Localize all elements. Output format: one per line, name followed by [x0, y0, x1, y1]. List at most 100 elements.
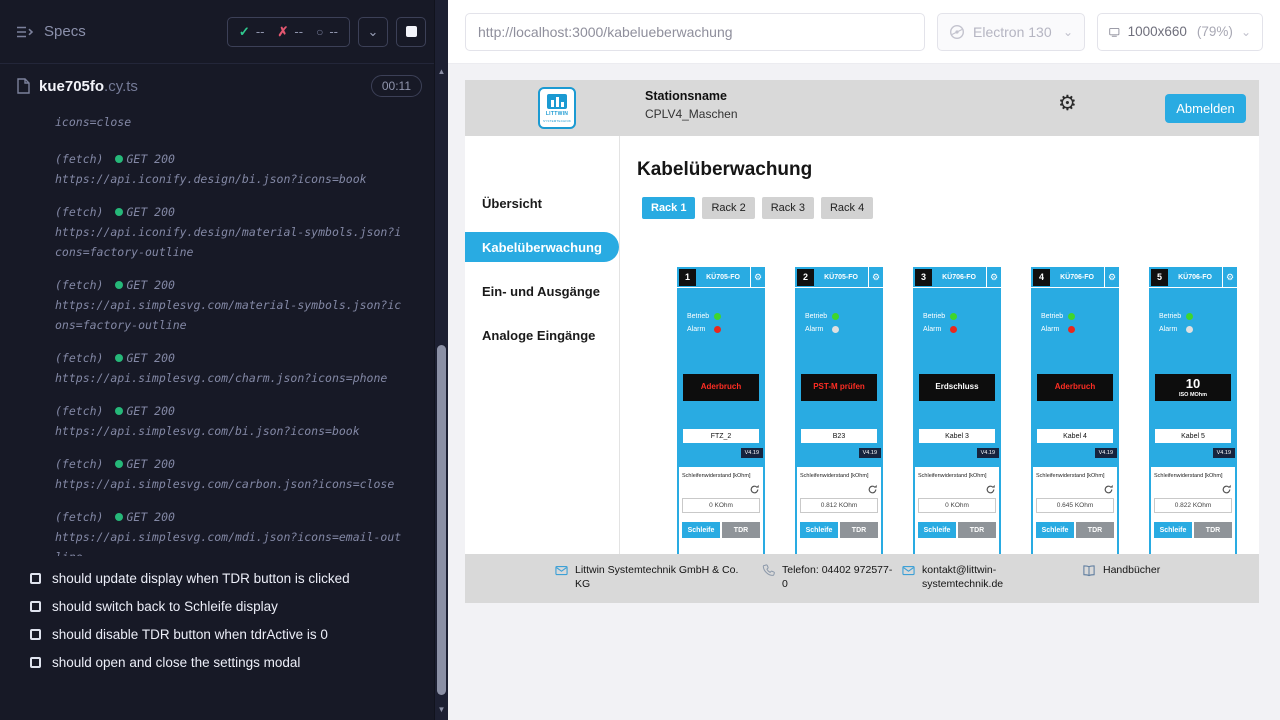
- card-number-badge: 5: [1151, 269, 1168, 286]
- betrieb-led: [832, 313, 839, 320]
- firmware-version: V4.19: [859, 448, 881, 458]
- tdr-button[interactable]: TDR: [722, 522, 760, 538]
- scroll-up-icon[interactable]: ▲: [435, 66, 448, 78]
- station-label: Stationsname: [645, 89, 738, 103]
- viewport-select[interactable]: 1000x660 (79%) ⌄: [1097, 13, 1263, 51]
- network-log-entry[interactable]: (fetch)GET 200 https://api.simplesvg.com…: [55, 348, 406, 388]
- email-icon: [555, 564, 568, 577]
- x-icon: ✗: [278, 24, 289, 40]
- network-log-entry[interactable]: (fetch)GET 200 https://api.iconify.desig…: [55, 149, 406, 189]
- tdr-button[interactable]: TDR: [840, 522, 878, 538]
- tab-rack-2[interactable]: Rack 2: [702, 197, 754, 219]
- betrieb-label: Betrieb: [1159, 313, 1186, 320]
- aut-preview-area: LITTWIN SYSTEMTECHNIK Stationsname CPLV4…: [448, 64, 1280, 720]
- network-log-entry[interactable]: (fetch)GET 200 https://api.simplesvg.com…: [55, 401, 406, 441]
- schleife-button[interactable]: Schleife: [918, 522, 956, 538]
- device-card-4: 4 KÜ706-FO ⚙ Betrieb Alarm Aderbruch: [1031, 267, 1119, 567]
- collapse-runs-button[interactable]: ⌄: [358, 17, 388, 47]
- network-log-entry[interactable]: (fetch)GET 200 https://api.iconify.desig…: [55, 202, 406, 262]
- command-log: icons=close (fetch)GET 200 https://api.i…: [0, 108, 434, 556]
- test-item[interactable]: should open and close the settings modal: [0, 648, 434, 676]
- stop-tests-button[interactable]: [396, 17, 426, 47]
- circle-icon: ○: [316, 25, 323, 39]
- network-log-entry[interactable]: (fetch)GET 200 https://api.simplesvg.com…: [55, 507, 406, 556]
- footer-email[interactable]: kontakt@littwin-systemtechnik.de: [902, 563, 1082, 591]
- sidebar-item-uebersicht[interactable]: Übersicht: [465, 188, 619, 218]
- tdr-button[interactable]: TDR: [1194, 522, 1232, 538]
- test-item[interactable]: should update display when TDR button is…: [0, 564, 434, 592]
- logout-button[interactable]: Abmelden: [1165, 94, 1246, 123]
- sidebar-item-ein-ausgaenge[interactable]: Ein- und Ausgänge: [465, 276, 619, 306]
- betrieb-led: [714, 313, 721, 320]
- email-icon: [902, 564, 915, 577]
- device-card-3: 3 KÜ706-FO ⚙ Betrieb Alarm Erdschluss: [913, 267, 1001, 567]
- collapse-sidebar-icon[interactable]: [16, 25, 34, 39]
- network-log-entry[interactable]: (fetch)GET 200 https://api.simplesvg.com…: [55, 275, 406, 335]
- refresh-icon[interactable]: [985, 484, 996, 495]
- stat-passed: ✓--: [239, 24, 265, 40]
- scroll-down-icon[interactable]: ▼: [435, 704, 448, 716]
- cable-name-field[interactable]: FTZ_2: [683, 429, 759, 443]
- tdr-button[interactable]: TDR: [1076, 522, 1114, 538]
- cable-name-field[interactable]: Kabel 4: [1037, 429, 1113, 443]
- success-dot-icon: [115, 155, 123, 163]
- card-number-badge: 3: [915, 269, 932, 286]
- success-dot-icon: [115, 513, 123, 521]
- alarm-led: [714, 326, 721, 333]
- success-dot-icon: [115, 460, 123, 468]
- sidebar-item-kabelueberwachung[interactable]: Kabelüberwachung: [465, 232, 619, 262]
- test-item[interactable]: should switch back to Schleife display: [0, 592, 434, 620]
- measurement-label: Schleifenwiderstand [kOhm]: [800, 473, 878, 479]
- scrollbar-thumb[interactable]: [437, 345, 446, 695]
- cable-name-field[interactable]: Kabel 3: [919, 429, 995, 443]
- spec-filename[interactable]: kue705fo.cy.ts: [39, 78, 138, 95]
- spec-timer: 00:11: [371, 75, 422, 97]
- betrieb-label: Betrieb: [923, 313, 950, 320]
- network-log-entry[interactable]: (fetch)GET 200 https://api.simplesvg.com…: [55, 454, 406, 494]
- browser-select[interactable]: Electron 130 ⌄: [937, 13, 1085, 51]
- schleife-button[interactable]: Schleife: [1036, 522, 1074, 538]
- footer-company: Littwin Systemtechnik GmbH & Co. KG: [555, 563, 762, 591]
- cable-name-field[interactable]: Kabel 5: [1155, 429, 1231, 443]
- card-settings-icon[interactable]: ⚙: [1222, 267, 1237, 287]
- measurement-value: 0.645 KOhm: [1036, 498, 1114, 513]
- status-display: Aderbruch: [683, 374, 759, 401]
- test-stats: ✓-- ✗-- ○--: [227, 17, 350, 47]
- sidebar-item-analoge-eingaenge[interactable]: Analoge Eingänge: [465, 320, 619, 350]
- reporter-scrollbar[interactable]: ▲ ▼: [434, 0, 448, 720]
- tab-rack-3[interactable]: Rack 3: [762, 197, 814, 219]
- card-model-label: KÜ705-FO: [814, 274, 868, 281]
- tdr-button[interactable]: TDR: [958, 522, 996, 538]
- card-settings-icon[interactable]: ⚙: [750, 267, 765, 287]
- schleife-button[interactable]: Schleife: [800, 522, 838, 538]
- betrieb-led: [950, 313, 957, 320]
- alarm-label: Alarm: [1041, 326, 1068, 333]
- firmware-version: V4.19: [1095, 448, 1117, 458]
- refresh-icon[interactable]: [1221, 484, 1232, 495]
- refresh-icon[interactable]: [749, 484, 760, 495]
- schleife-button[interactable]: Schleife: [682, 522, 720, 538]
- refresh-icon[interactable]: [1103, 484, 1114, 495]
- betrieb-led: [1186, 313, 1193, 320]
- phone-icon: [762, 564, 775, 577]
- card-model-label: KÜ706-FO: [932, 274, 986, 281]
- refresh-icon[interactable]: [867, 484, 878, 495]
- settings-gear-icon[interactable]: ⚙: [1058, 93, 1077, 114]
- footer-manuals[interactable]: Handbücher: [1082, 563, 1160, 577]
- card-settings-icon[interactable]: ⚙: [868, 267, 883, 287]
- tab-rack-1[interactable]: Rack 1: [642, 197, 695, 219]
- card-settings-icon[interactable]: ⚙: [1104, 267, 1119, 287]
- tab-rack-4[interactable]: Rack 4: [821, 197, 873, 219]
- schleife-button[interactable]: Schleife: [1154, 522, 1192, 538]
- success-dot-icon: [115, 208, 123, 216]
- url-bar[interactable]: [465, 13, 925, 51]
- status-display: 10 ISO MOhm: [1155, 374, 1231, 401]
- card-number-badge: 1: [679, 269, 696, 286]
- alarm-label: Alarm: [805, 326, 832, 333]
- log-line-partial: icons=close: [55, 112, 406, 132]
- test-item[interactable]: should disable TDR button when tdrActive…: [0, 620, 434, 648]
- specs-label[interactable]: Specs: [44, 23, 86, 40]
- cable-name-field[interactable]: B23: [801, 429, 877, 443]
- card-settings-icon[interactable]: ⚙: [986, 267, 1001, 287]
- kabelueberwachung-app: LITTWIN SYSTEMTECHNIK Stationsname CPLV4…: [465, 80, 1259, 603]
